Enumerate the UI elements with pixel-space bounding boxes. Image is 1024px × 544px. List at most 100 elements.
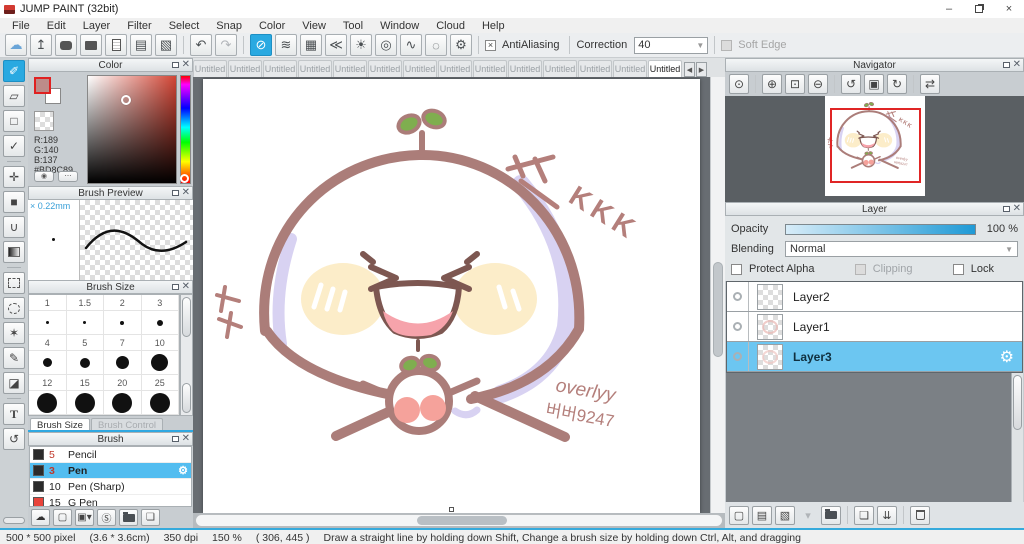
popout-icon[interactable] (1002, 206, 1010, 212)
navigator-view[interactable] (725, 96, 1024, 202)
tab-scroll-left-button[interactable]: ◀ (684, 62, 695, 77)
snap-vanishing-button[interactable]: ≪ (325, 34, 347, 56)
close-icon[interactable]: ✕ (182, 282, 190, 292)
size-label[interactable]: 1 (29, 295, 67, 311)
snap-parallel-button[interactable]: ≋ (275, 34, 297, 56)
restore-button[interactable] (964, 0, 994, 18)
snap-settings-button[interactable]: ⚙ (450, 34, 472, 56)
document-button[interactable] (105, 34, 127, 56)
reset-rotation-button[interactable]: ▣ (864, 74, 884, 94)
cloud-button[interactable]: ☁ (5, 34, 27, 56)
document-tab[interactable]: Untitled (298, 60, 332, 77)
size-dot[interactable] (29, 351, 67, 375)
drawing-canvas[interactable] (203, 79, 700, 513)
popout-icon[interactable] (171, 436, 179, 442)
add-brush-type-button[interactable]: ▣▾ (75, 509, 94, 526)
menu-window[interactable]: Window (372, 20, 427, 32)
size-label[interactable]: 4 (29, 335, 67, 351)
soft-edge-checkbox[interactable] (721, 39, 733, 51)
menu-tool[interactable]: Tool (335, 20, 371, 32)
menu-select[interactable]: Select (161, 20, 208, 32)
size-dot[interactable] (66, 311, 104, 335)
size-label[interactable]: 3 (141, 295, 179, 311)
eraser-tool[interactable]: ▱ (3, 85, 25, 107)
document-tab[interactable]: Untitled (368, 60, 402, 77)
undo-button[interactable]: ↶ (190, 34, 212, 56)
snap-curve-button[interactable]: ∿ (400, 34, 422, 56)
correction-dropdown[interactable]: 40 ▼ (634, 36, 709, 54)
flip-horizontal-button[interactable]: ⇄ (920, 74, 940, 94)
duplicate-layer-button[interactable]: ❏ (854, 505, 874, 525)
document-tab[interactable]: Untitled (228, 60, 262, 77)
select-eraser-tool[interactable]: ◪ (3, 372, 25, 394)
minimize-button[interactable]: – (934, 0, 964, 18)
menu-filter[interactable]: Filter (119, 20, 159, 32)
tab-scroll-right-button[interactable]: ▶ (696, 62, 707, 77)
size-label[interactable]: 5 (66, 335, 104, 351)
visibility-toggle[interactable] (727, 342, 749, 371)
document-tab[interactable]: Untitled (613, 60, 647, 77)
popout-icon[interactable] (171, 62, 179, 68)
new-pixel-layer-button[interactable]: ▤ (752, 505, 772, 525)
close-icon[interactable]: ✕ (182, 60, 190, 70)
zoom-in-button[interactable]: ⊕ (762, 74, 782, 94)
snap-off-button[interactable]: ⊘ (250, 34, 272, 56)
size-dot[interactable] (104, 311, 142, 335)
lock-checkbox[interactable] (952, 263, 964, 275)
size-dot[interactable] (66, 391, 104, 415)
layer-scrollbar[interactable] (1011, 373, 1023, 502)
menu-view[interactable]: View (294, 20, 334, 32)
document-tab-active[interactable]: Untitled (648, 60, 682, 77)
comment-button[interactable] (55, 34, 77, 56)
brush-item-pencil[interactable]: 5 Pencil (30, 447, 191, 463)
fill-shape-tool[interactable]: ■ (3, 191, 25, 213)
document-tab[interactable]: Untitled (473, 60, 507, 77)
document-tab[interactable]: Untitled (543, 60, 577, 77)
document-tab[interactable]: Untitled (578, 60, 612, 77)
protect-alpha-checkbox[interactable] (731, 263, 742, 275)
move-tool[interactable]: ✛ (3, 166, 25, 188)
horizontal-scroll-thumb[interactable] (416, 516, 507, 525)
size-dot[interactable] (29, 311, 67, 335)
transform-tool[interactable]: ↺ (3, 428, 25, 450)
close-icon[interactable]: ✕ (182, 434, 190, 444)
rotate-ccw-button[interactable]: ↺ (841, 74, 861, 94)
menu-help[interactable]: Help (474, 20, 513, 32)
add-brush-button[interactable]: ▢ (53, 509, 72, 526)
transparent-swatch[interactable] (34, 111, 54, 131)
color-wheel-button[interactable]: ◉ (34, 171, 54, 182)
new-vector-layer-button[interactable]: ▧ (775, 505, 795, 525)
size-dot[interactable] (141, 391, 179, 415)
document-tab[interactable]: Untitled (508, 60, 542, 77)
saturation-value-picker[interactable] (87, 75, 177, 184)
new-layer-button[interactable]: ▢ (729, 505, 749, 525)
panel-layout-button[interactable]: ▤ (130, 34, 152, 56)
export-button[interactable]: ↥ (30, 34, 52, 56)
menu-edit[interactable]: Edit (39, 20, 74, 32)
size-label[interactable]: 20 (104, 375, 142, 391)
foreground-color-swatch[interactable] (34, 77, 51, 94)
brush-item-pen-sharp[interactable]: 10 Pen (Sharp) (30, 479, 191, 495)
duplicate-brush-button[interactable]: ❏ (141, 509, 160, 526)
merge-down-button[interactable]: ⇊ (877, 505, 897, 525)
script-brush-button[interactable]: Ⓢ (97, 509, 116, 526)
size-dot[interactable] (104, 391, 142, 415)
snap-ellipse-button[interactable]: ◌ (425, 34, 447, 56)
size-label[interactable]: 15 (66, 375, 104, 391)
popout-icon[interactable] (171, 190, 179, 196)
menu-file[interactable]: File (4, 20, 38, 32)
brush-item-gpen[interactable]: 15 G Pen (30, 495, 191, 506)
size-dot[interactable] (141, 311, 179, 335)
clipping-checkbox[interactable] (854, 263, 866, 275)
zoom-out-button[interactable]: ⊖ (808, 74, 828, 94)
close-icon[interactable]: ✕ (182, 188, 190, 198)
size-label[interactable]: 2 (104, 295, 142, 311)
size-dot[interactable] (66, 351, 104, 375)
bucket-tool[interactable]: ∪ (3, 216, 25, 238)
layer-type-dropdown[interactable]: ▾ (798, 506, 818, 525)
document-tab[interactable]: Untitled (403, 60, 437, 77)
close-icon[interactable]: ✕ (1013, 204, 1021, 214)
size-dot[interactable] (141, 351, 179, 375)
layer-row-layer1[interactable]: Layer1 (727, 312, 1022, 342)
snap-radial-button[interactable]: ☀ (350, 34, 372, 56)
